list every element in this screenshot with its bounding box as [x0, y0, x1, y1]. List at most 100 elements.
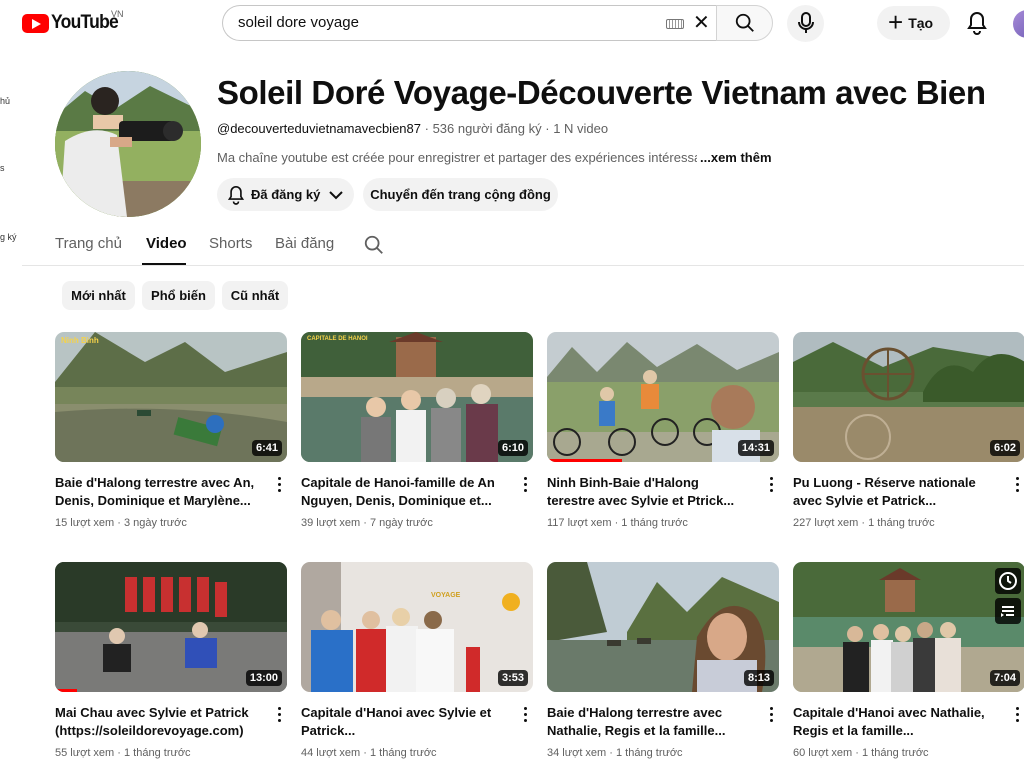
video-title[interactable]: Pu Luong - Réserve nationale avec Sylvie… — [793, 474, 993, 510]
video-duration: 7:04 — [989, 670, 1020, 686]
video-card[interactable]: Ninh Bình 6:41 Baie d'Halong terrestre a… — [55, 332, 287, 529]
close-icon[interactable]: ✕ — [693, 13, 710, 33]
search-icon[interactable] — [363, 234, 385, 256]
video-card[interactable]: VOYAGE 3:53 Capitale d'Hanoi avec Sylvie… — [301, 562, 533, 759]
chevron-down-icon — [329, 190, 344, 199]
search-icon — [735, 13, 754, 32]
tab-posts[interactable]: Bài đăng — [275, 235, 334, 252]
video-count: 1 N video — [553, 121, 609, 136]
upload-age: 1 tháng trước — [862, 747, 929, 759]
video-thumbnail[interactable]: 8:13 — [547, 562, 779, 692]
video-title[interactable]: Capitale d'Hanoi avec Nathalie, Regis et… — [793, 704, 993, 740]
watch-later-icon[interactable] — [995, 568, 1021, 594]
video-card[interactable]: 8:13 Baie d'Halong terrestre avec Nathal… — [547, 562, 779, 759]
video-meta: 60 lượt xem · 1 tháng trước — [793, 747, 929, 759]
tab-shorts[interactable]: Shorts — [209, 235, 252, 252]
create-label: Tạo — [908, 15, 934, 31]
view-count: 55 lượt xem — [55, 747, 115, 759]
logo-text: YouTube — [51, 12, 119, 33]
kebab-icon[interactable] — [770, 707, 774, 723]
kebab-icon[interactable] — [770, 477, 774, 493]
mic-icon — [798, 12, 814, 33]
search-input[interactable]: soleil dore voyage — [238, 14, 359, 31]
country-code: VN — [111, 9, 124, 19]
chip-newest[interactable]: Mới nhất — [62, 281, 135, 310]
video-thumbnail[interactable]: 7:04 — [793, 562, 1024, 692]
channel-description[interactable]: Ma chaîne youtube est créée pour enregis… — [217, 150, 697, 165]
video-meta: 227 lượt xem · 1 tháng trước — [793, 517, 935, 529]
tab-videos[interactable]: Video — [146, 235, 187, 252]
notifications-button[interactable] — [962, 6, 992, 40]
video-card[interactable]: 14:31 Ninh Binh-Baie d'Halong terestre a… — [547, 332, 779, 529]
video-title[interactable]: Baie d'Halong terrestre avec An, Denis, … — [55, 474, 255, 510]
video-duration: 3:53 — [497, 670, 528, 686]
chip-popular[interactable]: Phổ biến — [142, 281, 215, 310]
video-title[interactable]: Baie d'Halong terrestre avec Nathalie, R… — [547, 704, 747, 740]
view-count: 15 lượt xem — [55, 517, 115, 529]
video-duration: 14:31 — [737, 440, 774, 456]
video-thumbnail[interactable]: 6:02 — [793, 332, 1024, 462]
video-meta: 44 lượt xem · 1 tháng trước — [301, 747, 437, 759]
thumbnail-text: CAPITALE DE HANOI — [307, 336, 368, 342]
video-title[interactable]: Ninh Binh-Baie d'Halong terestre avec Sy… — [547, 474, 747, 510]
video-title[interactable]: Capitale de Hanoi-famille de An Nguyen, … — [301, 474, 501, 510]
upload-age: 7 ngày trước — [370, 517, 433, 529]
kebab-icon[interactable] — [278, 707, 282, 723]
search-box[interactable]: soleil dore voyage ✕ — [222, 5, 717, 41]
video-title[interactable]: Capitale d'Hanoi avec Sylvie et Patrick.… — [301, 704, 501, 740]
channel-avatar — [55, 71, 201, 217]
video-card[interactable]: 7:04 Capitale d'Hanoi avec Nathalie, Reg… — [793, 562, 1024, 759]
video-thumbnail[interactable]: Ninh Bình 6:41 — [55, 332, 287, 462]
community-button[interactable]: Chuyển đến trang cộng đồng — [363, 178, 558, 211]
view-count: 34 lượt xem — [547, 747, 607, 759]
create-button[interactable]: + Tạo — [877, 6, 950, 40]
sidebar-fragment[interactable]: hủ — [0, 96, 10, 106]
upload-age: 1 tháng trước — [868, 517, 935, 529]
upload-age: 3 ngày trước — [124, 517, 187, 529]
kebab-icon[interactable] — [524, 707, 528, 723]
video-thumbnail[interactable]: CAPITALE DE HANOI 6:10 — [301, 332, 533, 462]
upload-age: 1 tháng trước — [616, 747, 683, 759]
search-button[interactable] — [716, 5, 773, 41]
subscribed-button[interactable]: Đã đăng ký — [217, 178, 354, 211]
keyboard-icon[interactable] — [666, 19, 684, 29]
kebab-icon[interactable] — [1016, 477, 1020, 493]
view-count: 39 lượt xem — [301, 517, 361, 529]
thumbnail-text: VOYAGE — [431, 592, 461, 599]
account-avatar[interactable] — [1013, 10, 1024, 38]
kebab-icon[interactable] — [524, 477, 528, 493]
video-thumbnail[interactable]: 14:31 — [547, 332, 779, 462]
subscriber-count: 536 người đăng ký — [432, 121, 542, 136]
plus-icon: + — [888, 7, 904, 37]
hover-actions — [995, 568, 1021, 628]
view-count: 44 lượt xem — [301, 747, 361, 759]
upload-age: 1 tháng trước — [124, 747, 191, 759]
tabs-divider — [22, 265, 1024, 266]
video-card[interactable]: 13:00 Mai Chau avec Sylvie et Patrick (h… — [55, 562, 287, 759]
video-card[interactable]: CAPITALE DE HANOI 6:10 Capitale de Hanoi… — [301, 332, 533, 529]
more-link[interactable]: ...xem thêm — [700, 150, 772, 165]
channel-title: Soleil Doré Voyage-Découverte Vietnam av… — [217, 74, 986, 111]
video-meta: 117 lượt xem · 1 tháng trước — [547, 517, 688, 529]
video-card[interactable]: 6:02 Pu Luong - Réserve nationale avec S… — [793, 332, 1024, 529]
youtube-logo[interactable]: YouTube — [22, 12, 124, 34]
video-duration: 6:02 — [989, 440, 1020, 456]
view-count: 227 lượt xem — [793, 517, 859, 529]
video-thumbnail[interactable]: VOYAGE 3:53 — [301, 562, 533, 692]
video-thumbnail[interactable]: 13:00 — [55, 562, 287, 692]
tab-home[interactable]: Trang chủ — [55, 235, 122, 252]
upload-age: 1 tháng trước — [621, 517, 688, 529]
play-logo-icon — [22, 13, 49, 33]
video-title[interactable]: Mai Chau avec Sylvie et Patrick (https:/… — [55, 704, 255, 740]
voice-search-button[interactable] — [787, 5, 824, 42]
sidebar-fragment[interactable]: s — [0, 163, 5, 173]
add-to-queue-icon[interactable] — [995, 598, 1021, 624]
video-meta: 15 lượt xem · 3 ngày trước — [55, 517, 187, 529]
kebab-icon[interactable] — [278, 477, 282, 493]
meta-separator: · — [545, 121, 554, 136]
chip-oldest[interactable]: Cũ nhất — [222, 281, 288, 310]
channel-tabs: Trang chủ Video Shorts Bài đăng — [0, 226, 1024, 266]
kebab-icon[interactable] — [1016, 707, 1020, 723]
channel-handle: @decouverteduvietnamavecbien87 — [217, 121, 421, 136]
masthead: YouTube VN soleil dore voyage ✕ + Tạo — [0, 0, 1024, 46]
